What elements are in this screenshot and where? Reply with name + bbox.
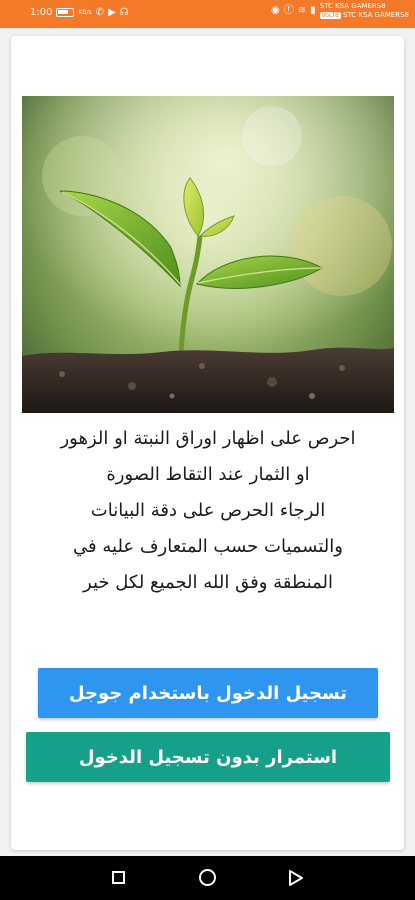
- whatsapp-icon: ✆: [95, 6, 105, 18]
- nfc-icon: ◉: [271, 5, 280, 16]
- instruction-line-2: او الثمار عند التقاط الصورة: [106, 464, 310, 485]
- google-login-button[interactable]: تسجيل الدخول باستخدام جوجل: [38, 668, 378, 718]
- battery-icon: [56, 8, 75, 17]
- facebook-icon: ⓕ: [283, 5, 294, 16]
- volte-badge: VoLTE: [319, 12, 341, 19]
- carriers: STC KSA GAMERS8 VoLTE STC KSA GAMERS8: [319, 2, 409, 20]
- home-icon[interactable]: [199, 869, 216, 886]
- speed: KB/s: [78, 9, 92, 16]
- instruction-line-5: المنطقة وفق الله الجميع لكل خير: [83, 572, 333, 593]
- status-bar: 1:00 KB/s ✆ ▶ ☊ ◉ ⓕ ≋ ▮ STC KSA GAMERS8 …: [0, 0, 415, 28]
- back-icon[interactable]: [288, 869, 304, 887]
- instruction-line-4: والتسميات حسب المتعارف عليه في: [73, 536, 343, 557]
- continue-without-login-button[interactable]: استمرار بدون تسجيل الدخول: [26, 732, 390, 782]
- instructions-text: احرص على اظهار اوراق النبتة او الزهور او…: [22, 421, 394, 601]
- wifi-icon: ≋: [297, 5, 307, 16]
- signal-icon: ▮: [310, 5, 316, 16]
- carrier-2: STC KSA GAMERS8: [342, 11, 409, 19]
- recent-apps-icon[interactable]: [112, 871, 125, 884]
- headset-icon: ☊: [119, 6, 129, 18]
- status-right: ◉ ⓕ ≋ ▮ STC KSA GAMERS8 VoLTE STC KSA GAM…: [271, 2, 409, 20]
- plant-image: [22, 96, 394, 413]
- instruction-line-3: الرجاء الحرص على دقة البيانات: [90, 500, 326, 521]
- instruction-line-1: احرص على اظهار اوراق النبتة او الزهور: [60, 428, 356, 449]
- main-card: احرص على اظهار اوراق النبتة او الزهور او…: [11, 36, 404, 850]
- navigation-bar: [0, 856, 415, 900]
- plant-illustration: [22, 96, 394, 413]
- carrier-1: STC KSA GAMERS8: [319, 2, 386, 10]
- youtube-icon: ▶: [108, 6, 116, 18]
- clock: 1:00: [30, 7, 53, 18]
- status-left: 1:00 KB/s ✆ ▶ ☊: [30, 7, 129, 18]
- carrier-2-row: VoLTE STC KSA GAMERS8: [319, 11, 409, 20]
